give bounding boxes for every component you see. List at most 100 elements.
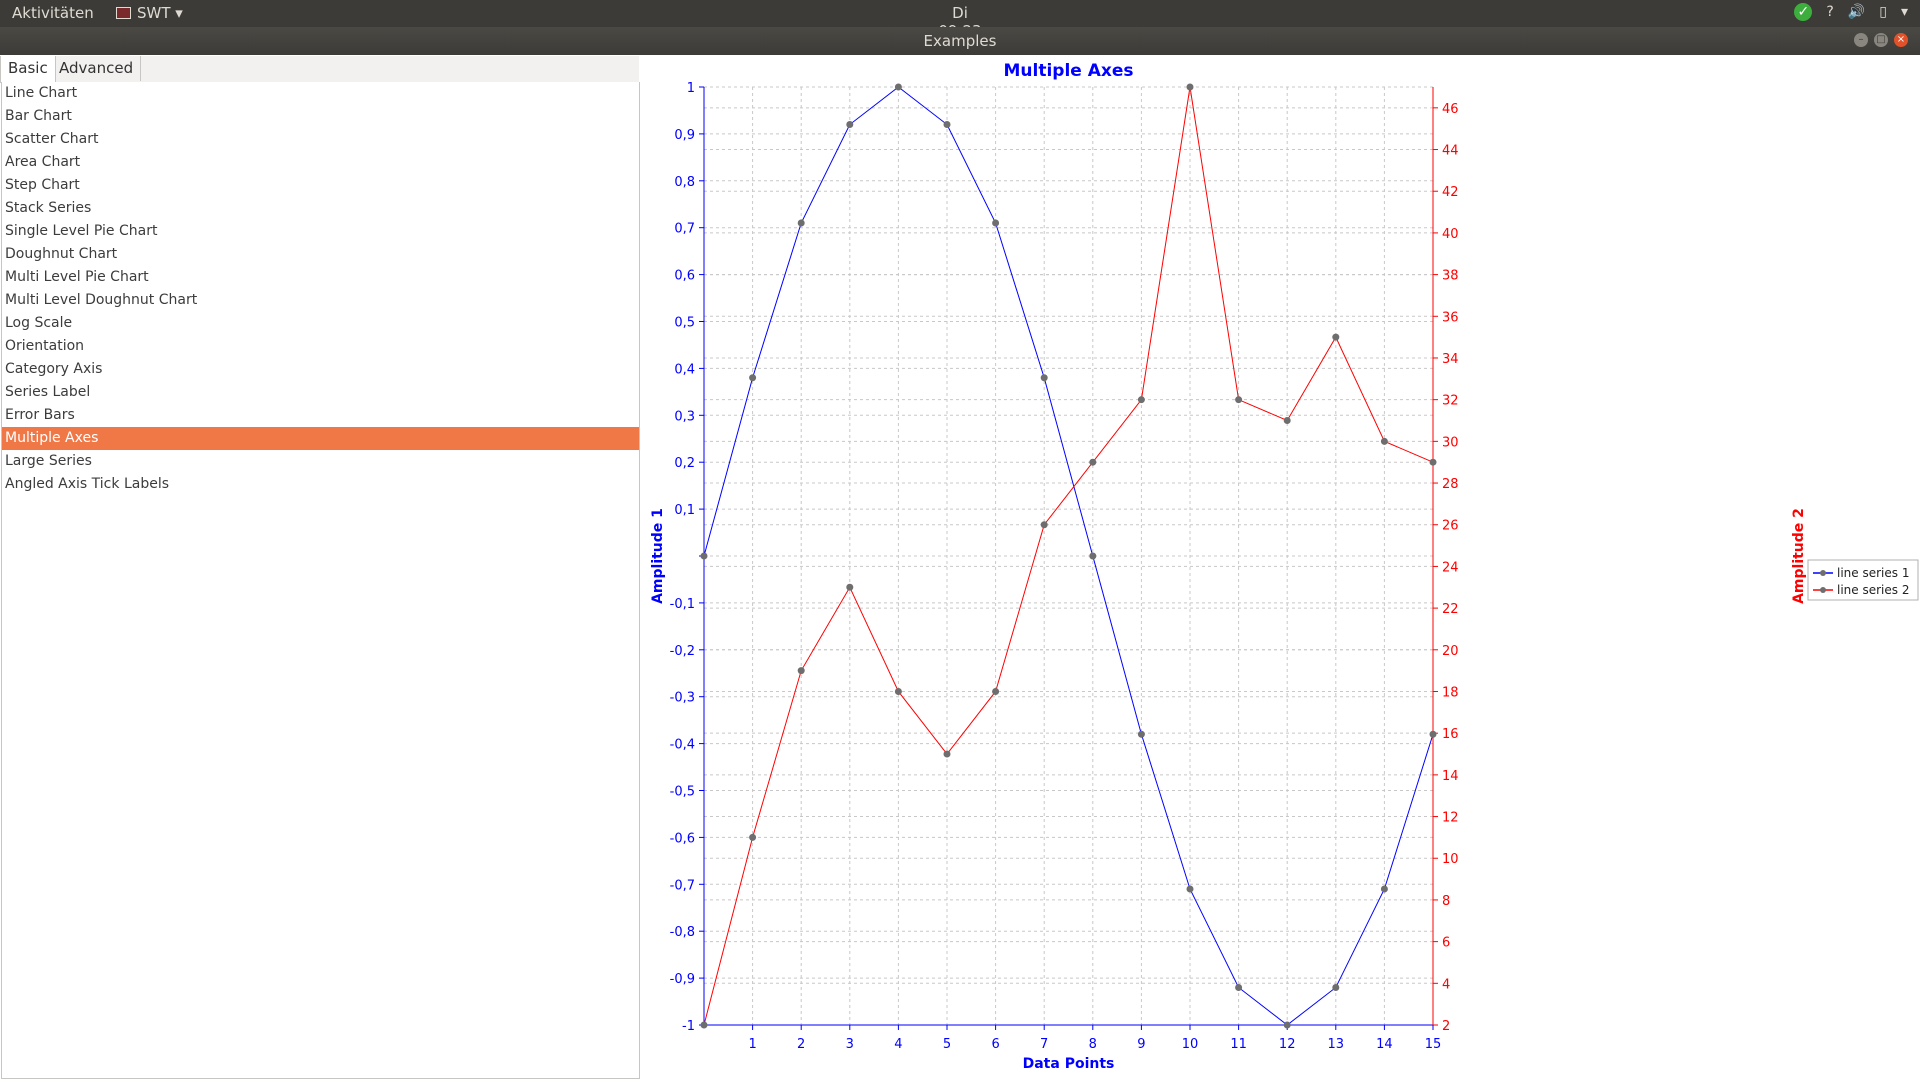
list-item[interactable]: Log Scale (2, 312, 639, 335)
list-item[interactable]: Line Chart (2, 82, 639, 105)
legend-marker (1820, 587, 1826, 593)
activities-button[interactable]: Aktivitäten (12, 4, 94, 22)
data-point (846, 583, 854, 591)
help-icon[interactable]: ? (1826, 4, 1833, 20)
data-point (943, 121, 951, 129)
data-point (992, 687, 1000, 695)
check-icon[interactable]: ✓ (1794, 3, 1813, 21)
y-tick-label: -0,4 (670, 738, 695, 753)
y-tick-label: -0,7 (670, 878, 695, 893)
data-point (1089, 458, 1097, 466)
y-tick-label: -0,1 (670, 597, 695, 612)
y2-tick-label: 24 (1442, 560, 1459, 575)
list-item[interactable]: Scatter Chart (2, 128, 639, 151)
x-tick-label: 9 (1137, 1037, 1145, 1052)
x-tick-label: 5 (943, 1037, 951, 1052)
legend-entry: line series 1 (1837, 566, 1909, 580)
window-controls: – □ × (1854, 33, 1908, 47)
data-point (700, 1021, 708, 1029)
list-item[interactable]: Single Level Pie Chart (2, 220, 639, 243)
data-point (1137, 730, 1145, 738)
y2-tick-label: 26 (1442, 519, 1459, 534)
y2-tick-label: 8 (1442, 894, 1450, 909)
list-item[interactable]: Bar Chart (2, 105, 639, 128)
x-tick-label: 4 (894, 1037, 902, 1052)
top-panel: Aktivitäten SWT ▾ Di 09:23 ✓ ? 🔊 ▯ ▾ (0, 0, 1920, 40)
y-tick-label: -0,9 (670, 972, 695, 987)
y2-tick-label: 28 (1442, 477, 1459, 492)
list-item[interactable]: Orientation (2, 335, 639, 358)
volume-icon[interactable]: 🔊 (1848, 4, 1865, 20)
maximize-icon[interactable]: □ (1874, 33, 1888, 47)
x-tick-label: 14 (1376, 1037, 1393, 1052)
y2-tick-label: 20 (1442, 644, 1459, 659)
legend-marker (1820, 570, 1826, 576)
chevron-down-icon[interactable]: ▾ (1901, 4, 1908, 20)
y2-tick-label: 4 (1442, 977, 1450, 992)
list-item[interactable]: Area Chart (2, 151, 639, 174)
y-tick-label: 0,3 (674, 409, 695, 424)
list-item[interactable]: Step Chart (2, 174, 639, 197)
examples-list[interactable]: Line Chart Bar Chart Scatter Chart Area Cha… (1, 82, 640, 1079)
app-menu[interactable]: SWT ▾ (116, 4, 183, 22)
y2-tick-label: 42 (1442, 185, 1459, 200)
data-point (1283, 1021, 1291, 1029)
y-tick-label: 0,2 (674, 456, 695, 471)
list-item[interactable]: Category Axis (2, 358, 639, 381)
app-icon (116, 7, 131, 19)
x-axis-label: Data Points (1023, 1056, 1115, 1072)
x-tick-label: 11 (1230, 1037, 1247, 1052)
y2-tick-label: 40 (1442, 227, 1459, 242)
x-tick-label: 1 (748, 1037, 756, 1052)
list-item[interactable]: Angled Axis Tick Labels (2, 473, 639, 496)
battery-icon[interactable]: ▯ (1879, 4, 1887, 20)
data-point (1283, 417, 1291, 425)
y-tick-label: 0,6 (674, 269, 695, 284)
tab-basic[interactable]: Basic (0, 56, 56, 82)
list-item[interactable]: Doughnut Chart (2, 243, 639, 266)
x-tick-label: 13 (1328, 1037, 1345, 1052)
data-point (1040, 521, 1048, 529)
y2-tick-label: 2 (1442, 1019, 1450, 1034)
chart: Multiple Axes -1 -0,9 -0,8 -0,7 -0,6 -0,5 -0,4 -… (650, 61, 1919, 1072)
x-tick-label: 8 (1089, 1037, 1097, 1052)
y2-tick-label: 34 (1442, 352, 1459, 367)
data-point (1332, 983, 1340, 991)
y-tick-label: -1 (682, 1019, 695, 1034)
data-point (1429, 458, 1437, 466)
y-tick-label: 0,5 (674, 316, 695, 331)
data-point (1089, 552, 1097, 560)
data-point (1429, 730, 1437, 738)
system-tray: ✓ ? 🔊 ▯ ▾ (1794, 3, 1908, 21)
list-item[interactable]: Error Bars (2, 404, 639, 427)
chart-title: Multiple Axes (1003, 61, 1133, 81)
list-item[interactable]: Large Series (2, 450, 639, 473)
data-point (1235, 396, 1243, 404)
y2-tick-label: 46 (1442, 102, 1459, 117)
tab-bar: Basic Advanced (0, 56, 639, 83)
list-item[interactable]: Multi Level Pie Chart (2, 266, 639, 289)
y2-tick-label: 38 (1442, 269, 1459, 284)
y2-tick-label: 14 (1442, 769, 1459, 784)
app-name: SWT (137, 4, 171, 22)
close-icon[interactable]: × (1894, 33, 1908, 47)
data-point (992, 219, 1000, 227)
data-point (797, 667, 805, 675)
y-tick-label: 0,4 (674, 362, 695, 377)
minimize-icon[interactable]: – (1854, 33, 1868, 47)
y-tick-label: -0,6 (670, 831, 695, 846)
list-item[interactable]: Stack Series (2, 197, 639, 220)
list-item[interactable]: Multi Level Doughnut Chart (2, 289, 639, 312)
list-item[interactable]: Series Label (2, 381, 639, 404)
x-tick-label: 12 (1279, 1037, 1296, 1052)
window-title: Examples (923, 32, 997, 50)
x-tick-label: 2 (797, 1037, 805, 1052)
data-point (894, 83, 902, 91)
tab-advanced[interactable]: Advanced (52, 56, 142, 81)
x-tick-label: 10 (1182, 1037, 1199, 1052)
data-point (1040, 374, 1048, 382)
list-item[interactable]: Multiple Axes (2, 427, 639, 450)
y-tick-label: 0,7 (674, 222, 695, 237)
data-point (1332, 333, 1340, 341)
data-point (1186, 83, 1194, 91)
